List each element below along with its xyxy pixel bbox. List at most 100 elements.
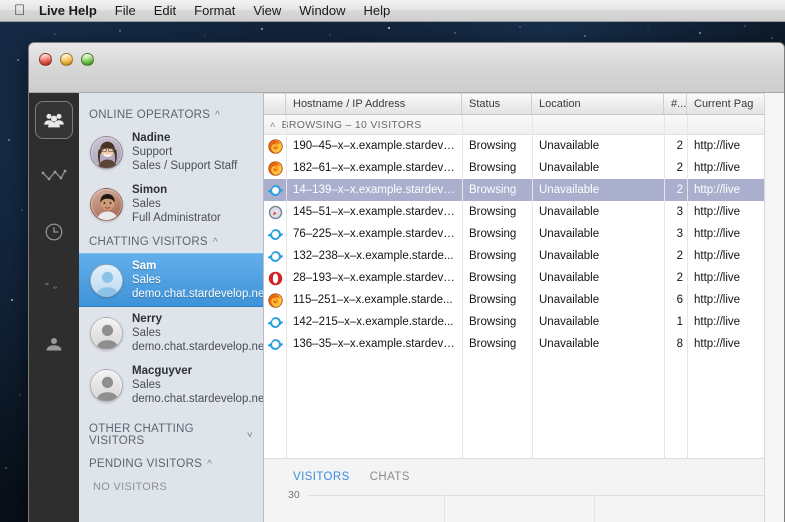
sidebar-section-label: OTHER CHATTING VISITORS (89, 423, 194, 447)
table-row[interactable]: 182–61–x–x.example.stardeve... Browsing … (264, 157, 784, 179)
sidebar-section-online-operators[interactable]: ONLINE OPERATORS ^ (79, 103, 263, 126)
internet-explorer-icon (264, 249, 286, 264)
rail-item-visitors[interactable] (35, 101, 73, 139)
avatar (90, 187, 123, 221)
visitor-name: Macguyver (132, 365, 193, 377)
cell-hostname: 14–139–x–x.example.stardeve... (293, 184, 460, 196)
apple-menu-icon[interactable]:  (8, 1, 30, 21)
avatar (90, 263, 123, 297)
table-row[interactable]: 115–251–x–x.example.starde... Browsing U… (264, 289, 784, 311)
sidebar-section-chatting-visitors[interactable]: CHATTING VISITORS ^ (79, 230, 263, 253)
menu-item-format[interactable]: Format (185, 0, 244, 21)
visitor-row-macguyver[interactable]: Macguyver Sales demo.chat.stardevelop.ne… (79, 359, 263, 411)
table-header-icon[interactable] (264, 94, 286, 114)
chart-panel: VISITORS CHATS 30 (264, 458, 784, 522)
sidebar-section-label: PENDING VISITORS (89, 458, 203, 470)
operator-person-icon (45, 336, 63, 352)
visitor-role: Sales (132, 379, 161, 391)
menu-item-file[interactable]: File (106, 0, 145, 21)
chart-vertical-gridline (444, 495, 445, 522)
minimize-button[interactable] (60, 53, 73, 66)
rail-item-history[interactable] (35, 213, 73, 251)
tab-chats[interactable]: CHATS (370, 471, 410, 483)
rail-item-statistics[interactable] (35, 157, 73, 195)
table-row[interactable]: 136–35–x–x.example.stardeve... Browsing … (264, 333, 784, 355)
cell-hostname: 132–238–x–x.example.starde... (293, 250, 454, 262)
visitor-row-nerry[interactable]: Nerry Sales demo.chat.stardevelop.net (79, 307, 263, 359)
chevron-up-icon: ˄ (270, 119, 276, 130)
cell-location: Unavailable (539, 250, 600, 262)
footer-tabs: VISITORS CHATS (264, 459, 784, 483)
operator-meta: Full Administrator (132, 212, 221, 224)
rail-item-canned-responses[interactable]: “ ” (35, 269, 73, 307)
zoom-button[interactable] (81, 53, 94, 66)
visitor-meta: demo.chat.stardevelop.net (132, 341, 264, 353)
desktop:  Live Help File Edit Format View Window… (0, 0, 785, 522)
rail-item-operator[interactable] (35, 325, 73, 363)
table-header-location[interactable]: Location (532, 94, 664, 114)
table-header-hostname[interactable]: Hostname / IP Address (286, 94, 462, 114)
cell-status: Browsing (469, 272, 517, 284)
operator-row-simon[interactable]: Simon Sales Full Administrator (79, 178, 263, 230)
menu-item-live-help[interactable]: Live Help (30, 0, 106, 21)
cell-status: Browsing (469, 140, 517, 152)
sidebar-section-pending-visitors[interactable]: PENDING VISITORS ^ (79, 452, 263, 475)
table-group-label: BROWSING – 10 VISITORS (281, 118, 422, 131)
close-button[interactable] (39, 53, 52, 66)
line-chart-icon (41, 168, 67, 184)
sidebar-section-other-chatting-visitors[interactable]: OTHER CHATTING VISITORS ˅ (79, 411, 263, 452)
table-row[interactable]: 145–51–x–x.example.stardeve... Browsing … (264, 201, 784, 223)
chevron-up-icon: ^ (207, 458, 213, 470)
sidebar-section-label: ONLINE OPERATORS (89, 109, 211, 121)
operator-role: Support (132, 146, 173, 158)
app-window: “ ” ONLINE OPERATORS ^ Nadine Support Sa… (28, 42, 785, 522)
visitor-meta: demo.chat.stardevelop.net (132, 288, 264, 300)
operator-role: Sales (132, 198, 161, 210)
visitor-row-sam[interactable]: Sam Sales demo.chat.stardevelop.net (79, 253, 263, 307)
cell-location: Unavailable (539, 316, 600, 328)
cell-hostname: 190–45–x–x.example.stardeve... (293, 140, 460, 152)
table-column-divider (532, 115, 533, 458)
menu-item-window[interactable]: Window (290, 0, 354, 21)
table-row[interactable]: 132–238–x–x.example.starde... Browsing U… (264, 245, 784, 267)
sidebar-section-label: CHATTING VISITORS (89, 236, 208, 248)
visitor-meta: demo.chat.stardevelop.net (132, 393, 264, 405)
table-row-selected[interactable]: 14–139–x–x.example.stardeve... Browsing … (264, 179, 784, 201)
menu-bar:  Live Help File Edit Format View Window… (0, 0, 785, 22)
menu-item-view[interactable]: View (244, 0, 290, 21)
visitors-table: Hostname / IP Address Status Location #.… (264, 93, 784, 458)
table-group-header-browsing[interactable]: ˄ BROWSING – 10 VISITORS (264, 115, 784, 135)
table-header-count[interactable]: #... (664, 94, 687, 114)
cell-location: Unavailable (539, 338, 600, 350)
window-titlebar[interactable] (29, 43, 784, 93)
cell-hostname: 28–193–x–x.example.stardeve... (293, 272, 460, 284)
cell-count: 2 (676, 184, 683, 196)
cell-location: Unavailable (539, 140, 600, 152)
firefox-icon (264, 138, 286, 154)
menu-item-edit[interactable]: Edit (145, 0, 185, 21)
menu-item-help[interactable]: Help (355, 0, 400, 21)
operator-name: Simon (132, 184, 168, 196)
avatar (90, 316, 123, 350)
internet-explorer-icon (264, 315, 286, 330)
table-header-status[interactable]: Status (462, 94, 532, 114)
cell-location: Unavailable (539, 294, 600, 306)
cell-count: 6 (676, 294, 683, 306)
table-row[interactable]: 28–193–x–x.example.stardeve... Browsing … (264, 267, 784, 289)
cell-count: 8 (676, 338, 683, 350)
table-row[interactable]: 142–215–x–x.example.starde... Browsing U… (264, 311, 784, 333)
chart-vertical-gridline (594, 495, 595, 522)
tab-visitors[interactable]: VISITORS (293, 471, 350, 483)
visitor-role: Sales (132, 274, 161, 286)
operator-row-nadine[interactable]: Nadine Support Sales / Support Staff (79, 126, 263, 178)
table-column-divider (286, 115, 287, 458)
table-row[interactable]: 76–225–x–x.example.stardeve... Browsing … (264, 223, 784, 245)
window-controls (39, 53, 94, 66)
visitor-name: Nerry (132, 313, 163, 325)
cell-count: 2 (676, 272, 683, 284)
cell-status: Browsing (469, 184, 517, 196)
operator-name: Nadine (132, 132, 171, 144)
operator-info: Simon Sales Full Administrator (132, 183, 221, 225)
table-row[interactable]: 190–45–x–x.example.stardeve... Browsing … (264, 135, 784, 157)
avatar (90, 135, 123, 169)
